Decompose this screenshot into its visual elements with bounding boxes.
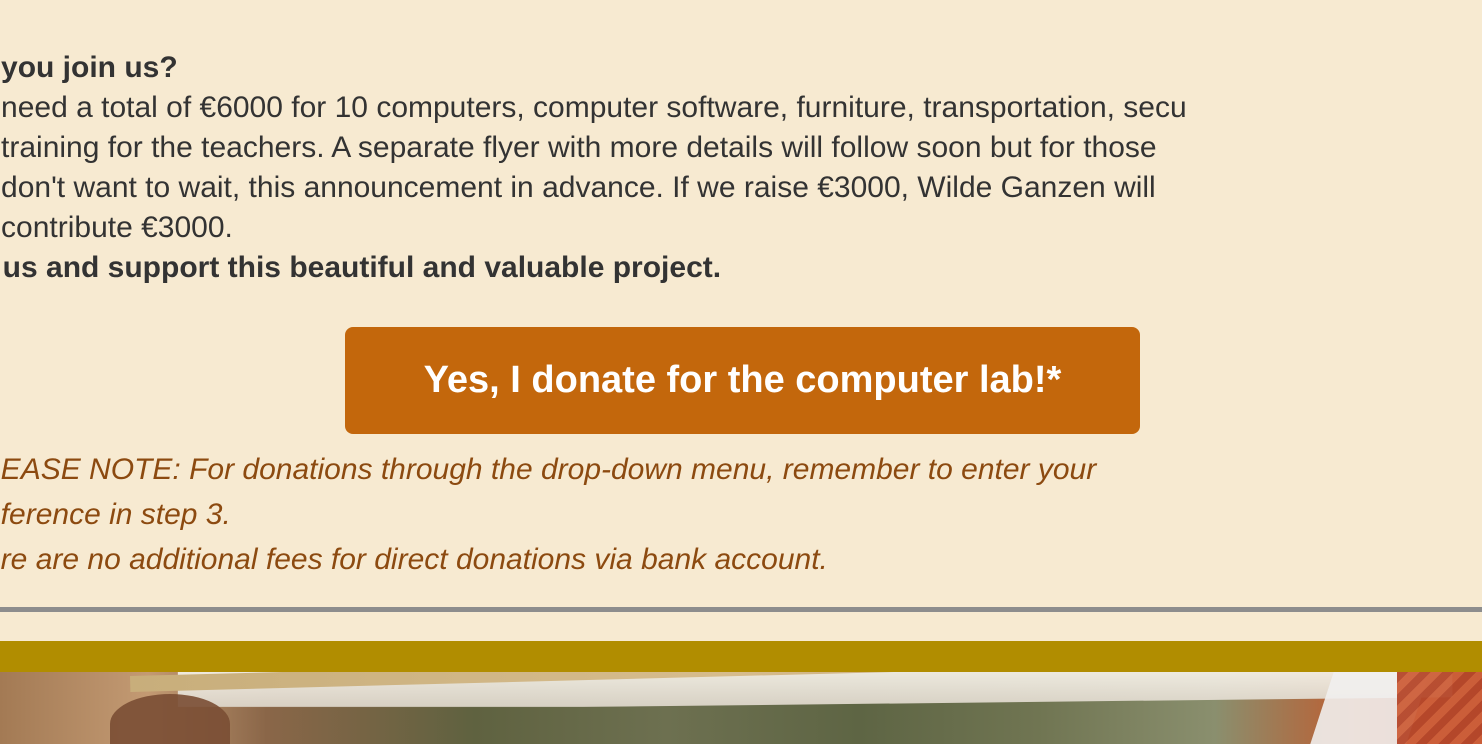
description-line-4: o contribute €3000. xyxy=(0,211,233,244)
section-heading: ll you join us? xyxy=(0,51,178,84)
donation-section: ll you join us? e need a total of €6000 … xyxy=(0,48,1482,288)
description-line-3: o don't want to wait, this announcement … xyxy=(0,171,1156,204)
description-line-2: d training for the teachers. A separate … xyxy=(0,131,1157,164)
note-line-2: eference in step 3. xyxy=(0,498,231,531)
call-to-action: n us and support this beautiful and valu… xyxy=(0,251,722,284)
section-divider xyxy=(0,607,1482,612)
donation-notes: LEASE NOTE: For donations through the dr… xyxy=(0,447,1482,582)
page: ll you join us? e need a total of €6000 … xyxy=(0,0,1482,744)
note-line-3: ere are no additional fees for direct do… xyxy=(0,543,828,576)
donate-button[interactable]: Yes, I donate for the computer lab!* xyxy=(345,327,1140,434)
note-line-1: LEASE NOTE: For donations through the dr… xyxy=(0,453,1097,486)
description-line-1: e need a total of €6000 for 10 computers… xyxy=(0,91,1187,124)
photo-roof xyxy=(1397,672,1482,744)
footer-banner xyxy=(0,641,1482,672)
donate-button-container: Yes, I donate for the computer lab!* xyxy=(345,327,1140,434)
footer-photo xyxy=(0,672,1482,744)
donation-description: e need a total of €6000 for 10 computers… xyxy=(0,88,1482,248)
